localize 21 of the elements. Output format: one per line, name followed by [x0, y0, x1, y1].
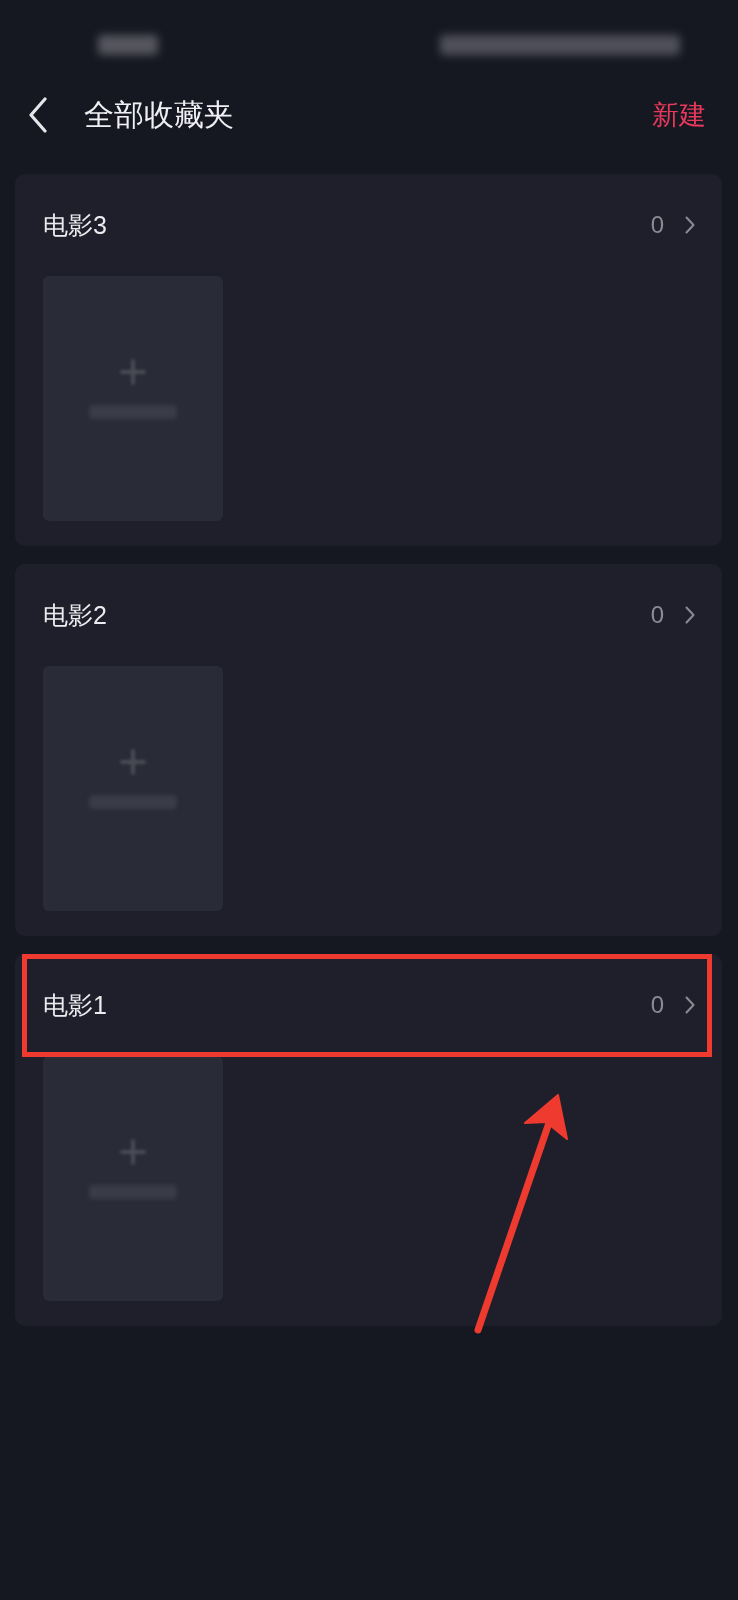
add-tile[interactable] [43, 666, 223, 911]
folder-card[interactable]: 电影2 0 [15, 564, 722, 936]
blurred-clock [98, 35, 158, 55]
add-tile[interactable] [43, 276, 223, 521]
plus-icon [120, 748, 146, 775]
item-count: 0 [650, 601, 664, 629]
chevron-right-icon [685, 606, 695, 624]
folder-name: 电影1 [43, 989, 108, 1021]
chevron-right-icon [685, 216, 695, 234]
folder-card[interactable]: 电影3 0 [15, 174, 722, 546]
new-button[interactable]: 新建 [652, 97, 706, 133]
back-icon[interactable] [28, 97, 48, 133]
item-count: 0 [650, 211, 664, 239]
plus-icon [120, 1138, 146, 1165]
item-count: 0 [650, 991, 664, 1019]
chevron-right-icon [685, 996, 695, 1014]
plus-icon [120, 358, 146, 385]
add-tile[interactable] [43, 1056, 223, 1301]
page-title: 全部收藏夹 [84, 96, 235, 133]
folder-name: 电影2 [43, 599, 108, 631]
folder-name: 电影3 [43, 209, 108, 241]
